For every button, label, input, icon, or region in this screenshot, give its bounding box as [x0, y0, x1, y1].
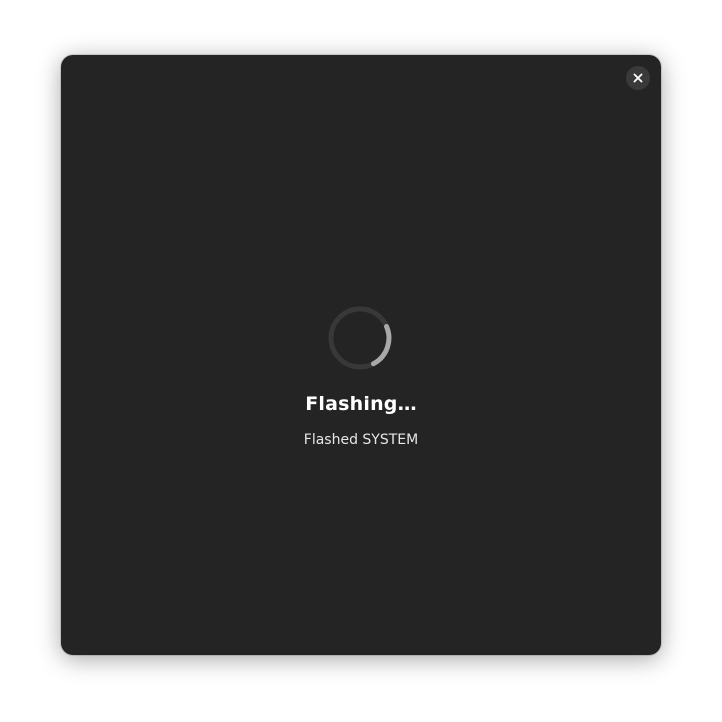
status-subtitle: Flashed SYSTEM — [303, 432, 419, 448]
spinner-icon — [328, 306, 392, 370]
progress-content: Flashing… Flashed SYSTEM — [61, 55, 661, 655]
status-title: Flashing… — [305, 393, 417, 415]
flashing-dialog: Flashing… Flashed SYSTEM — [61, 55, 661, 655]
